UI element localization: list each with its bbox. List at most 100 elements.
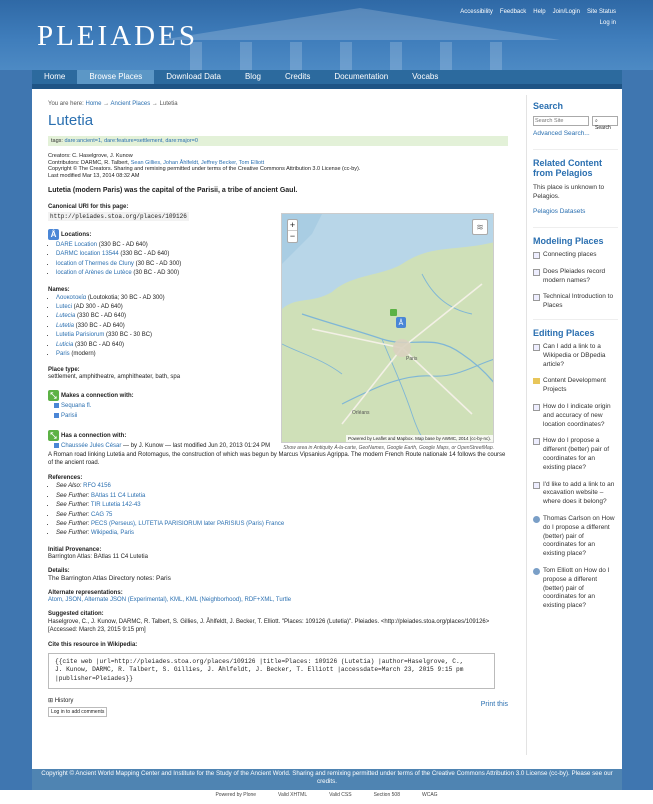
- connection-icon: ⤡: [48, 430, 59, 442]
- page-icon: [533, 268, 540, 276]
- pelagios-datasets-link[interactable]: Pelagios Datasets: [533, 208, 618, 215]
- list-item: See Further: Wikipedia, Paris: [56, 529, 508, 538]
- user-icon: [533, 515, 540, 523]
- canonical-label: Canonical URI for this page:: [48, 204, 129, 210]
- citation-heading: Suggested citation:: [48, 610, 104, 617]
- zoom-in-button[interactable]: +: [288, 220, 297, 231]
- map[interactable]: Å Paris Orléans + − ≋ Powered by Leaflet…: [281, 213, 494, 443]
- user-icon: [533, 567, 540, 575]
- breadcrumb-current: Lutetia: [159, 101, 178, 107]
- nav-browse-places[interactable]: Browse Places: [77, 70, 155, 84]
- wcag-link[interactable]: WCAG: [422, 792, 438, 804]
- svg-text:Å: Å: [399, 318, 404, 327]
- map-label-paris: Paris: [406, 356, 418, 362]
- details-heading: Details:: [48, 567, 70, 574]
- canonical-uri: http://pleiades.stoa.org/places/109126: [48, 212, 189, 221]
- place-icon: [54, 443, 59, 449]
- site-header: PLEIADES Accessibility Feedback Help Joi…: [0, 0, 653, 70]
- page-icon: [533, 343, 540, 351]
- editing-item[interactable]: How do I propose a different (better) pa…: [533, 437, 618, 472]
- connection-icon: ⤡: [48, 390, 59, 402]
- references-list: See Also: RFO 4156 See Further: BAtlas 1…: [48, 482, 508, 538]
- map-canvas[interactable]: Å Paris Orléans: [282, 214, 494, 443]
- login-link[interactable]: Log in: [600, 20, 616, 26]
- valid-css-link[interactable]: Valid CSS: [329, 792, 351, 804]
- modeling-item[interactable]: Does Pleiades record modern names?: [533, 268, 618, 286]
- place-icon: [54, 412, 59, 418]
- page-icon: [533, 252, 540, 259]
- sidebar: Search ⌕ Search Advanced Search... Relat…: [526, 95, 622, 755]
- page-icon: [533, 294, 540, 302]
- footer: Copyright © Ancient World Mapping Center…: [32, 769, 622, 790]
- alternate-links[interactable]: Atom, JSON, Alternate JSON (Experimental…: [48, 597, 291, 603]
- references-heading: References:: [48, 475, 83, 482]
- page-title: Lutetia: [48, 112, 94, 129]
- editing-item[interactable]: How do I indicate origin and accuracy of…: [533, 403, 618, 429]
- search-button[interactable]: ⌕ Search: [592, 116, 618, 131]
- feedback-link[interactable]: Feedback: [500, 9, 526, 15]
- modeling-item[interactable]: Connecting places: [533, 251, 618, 260]
- description: Lutetia (modern Paris) was the capital o…: [48, 187, 298, 194]
- print-link[interactable]: Print this: [481, 701, 508, 708]
- editing-item[interactable]: Thomas Carlson on How do I propose a dif…: [533, 515, 618, 559]
- map-attribution: Powered by Leaflet and Mapbox. Map base …: [346, 435, 493, 442]
- list-item: See Further: CAG 75: [56, 511, 508, 520]
- folder-icon: [533, 378, 540, 385]
- site-status-link[interactable]: Site Status: [587, 9, 616, 15]
- nav-download-data[interactable]: Download Data: [154, 70, 233, 84]
- search-form: ⌕ Search: [533, 116, 618, 131]
- editing-item[interactable]: I'd like to add a link to an excavation …: [533, 481, 618, 507]
- modeling-item[interactable]: Technical Introduction to Places: [533, 293, 618, 311]
- zoom-out-button[interactable]: −: [288, 231, 297, 242]
- has-connection-description: A Roman road linking Lutetia and Rotomag…: [48, 452, 506, 467]
- editing-heading: Editing Places: [533, 327, 595, 338]
- utility-links: Accessibility Feedback Help Join/Login S…: [460, 9, 616, 15]
- valid-xhtml-link[interactable]: Valid XHTML: [278, 792, 307, 804]
- nav-home[interactable]: Home: [32, 70, 77, 84]
- page-icon: [533, 438, 540, 446]
- list-item: See Further: BAtlas 11 C4 Lutetia: [56, 492, 508, 501]
- login-comments-button[interactable]: Log in to add comments: [48, 706, 108, 717]
- search-icon: ⌕: [595, 118, 598, 124]
- tags-bar: tags: dare:ancient=1, dare:feature=settl…: [48, 136, 508, 146]
- alternate-heading: Alternate representations:: [48, 589, 123, 596]
- details-value: The Barrington Atlas Directory notes: Pa…: [48, 574, 171, 582]
- editing-item[interactable]: Can I add a link to a Wikipedia or DBped…: [533, 343, 618, 369]
- last-modified: Last modified Mar 13, 2014 08:32 AM: [48, 172, 140, 179]
- help-link[interactable]: Help: [533, 9, 545, 15]
- place-icon: [54, 403, 59, 409]
- tags-links[interactable]: dare:ancient=1, dare:feature=settlement,…: [64, 138, 197, 144]
- zoom-control: + −: [287, 219, 298, 243]
- main-nav: Home Browse Places Download Data Blog Cr…: [32, 70, 622, 84]
- nav-blog[interactable]: Blog: [233, 70, 273, 84]
- nav-vocabs[interactable]: Vocabs: [400, 70, 450, 84]
- editing-item[interactable]: Content Development Projects: [533, 377, 618, 395]
- join-login-link[interactable]: Join/Login: [553, 9, 580, 15]
- wikipedia-heading: Cite this resource in Wikipedia:: [48, 641, 138, 648]
- search-heading: Search: [533, 101, 564, 111]
- search-input[interactable]: [533, 116, 589, 126]
- breadcrumb-ancient-places[interactable]: Ancient Places: [111, 101, 151, 107]
- powered-by-plone-link[interactable]: Powered by Plone: [215, 792, 256, 804]
- layers-icon[interactable]: ≋: [472, 219, 488, 235]
- provenance-heading: Initial Provenance:: [48, 546, 102, 553]
- main-panel: You are here: Home → Ancient Places → Lu…: [32, 89, 622, 769]
- editing-item[interactable]: Tom Elliott on How do I propose a differ…: [533, 567, 618, 611]
- metadata: Creators: C. Haselgrove, J. Kunow Contri…: [48, 153, 508, 179]
- wikipedia-citation-box[interactable]: {{cite web |url=http://pleiades.stoa.org…: [48, 652, 495, 689]
- nav-credits[interactable]: Credits: [273, 70, 322, 84]
- modeling-heading: Modeling Places: [533, 236, 604, 246]
- page-icon: [533, 403, 540, 411]
- provenance-value: Barrington Atlas: BAtlas 11 C4 Lutetia: [48, 553, 148, 560]
- expand-icon: ⊞: [48, 697, 55, 704]
- accessibility-link[interactable]: Accessibility: [460, 9, 493, 15]
- map-caption: Show area in Antiquity À-la-carte, GeoNa…: [283, 445, 494, 451]
- breadcrumb-home[interactable]: Home: [85, 101, 101, 107]
- list-item: See Also: RFO 4156: [56, 482, 508, 491]
- section-508-link[interactable]: Section 508: [374, 792, 400, 804]
- site-logo[interactable]: PLEIADES: [37, 20, 198, 53]
- history-toggle[interactable]: ⊞ History: [48, 697, 508, 704]
- page-icon: [533, 481, 540, 489]
- nav-documentation[interactable]: Documentation: [322, 70, 400, 84]
- list-item: See Further: TIR Lutetia 142-43: [56, 501, 508, 510]
